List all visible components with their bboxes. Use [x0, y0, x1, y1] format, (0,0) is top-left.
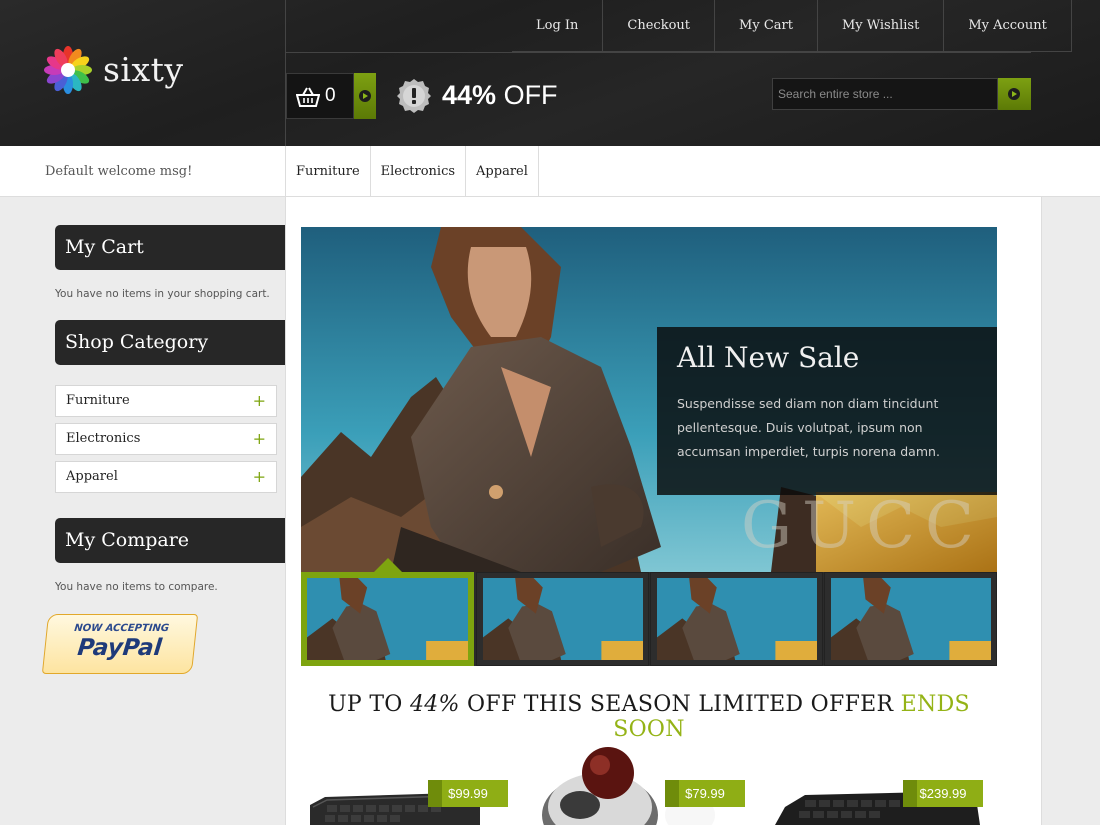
cart-count: 0 — [325, 85, 336, 106]
search-input[interactable] — [772, 78, 998, 110]
sidebar-category-electronics[interactable]: Electronics + — [55, 423, 277, 455]
thumbnail-image — [483, 578, 643, 660]
active-thumb-pointer — [373, 558, 403, 573]
category-menu: Furniture Electronics Apparel — [285, 146, 539, 196]
promo-headline: UP TO 44% OFF THIS SEASON LIMITED OFFER … — [301, 692, 997, 742]
my-cart-heading: My Cart — [55, 225, 286, 270]
brand-name[interactable]: sixty — [103, 50, 184, 89]
basket-icon — [296, 87, 320, 107]
flower-logo-icon[interactable] — [44, 46, 92, 94]
hero-watermark: GUCC — [741, 489, 984, 563]
login-link[interactable]: Log In — [512, 0, 602, 52]
thumbnail-image — [307, 578, 468, 660]
category-label: Apparel — [66, 469, 118, 484]
price-value: $239.99 — [919, 786, 967, 801]
search-button[interactable] — [998, 78, 1031, 110]
compare-empty-text: You have no items to compare. — [55, 581, 218, 593]
menu-item-furniture[interactable]: Furniture — [286, 146, 371, 196]
paypal-badge: NOW ACCEPTING PayPal — [41, 614, 199, 674]
hero-description: Suspendisse sed diam non diam tincidunt … — [677, 396, 940, 459]
offer-text: OFF — [503, 80, 558, 110]
welcome-message: Default welcome msg! — [45, 164, 193, 179]
play-arrow-icon — [1008, 88, 1020, 100]
checkout-link[interactable]: Checkout — [602, 0, 714, 52]
menu-item-apparel[interactable]: Apparel — [466, 146, 539, 196]
offer-banner: 44% OFF — [442, 80, 558, 111]
plus-icon[interactable]: + — [253, 386, 266, 416]
header-divider — [286, 52, 1031, 53]
slide-thumbnail[interactable] — [476, 572, 649, 666]
top-links: Log In Checkout My Cart My Wishlist My A… — [512, 0, 1072, 52]
slide-thumbnail[interactable] — [650, 572, 823, 666]
play-arrow-icon — [359, 90, 371, 102]
thumbnail-image — [657, 578, 817, 660]
cart-empty-text: You have no items in your shopping cart. — [55, 288, 270, 300]
cart-go-button[interactable] — [354, 73, 376, 119]
hero-caption: All New Sale Suspendisse sed diam non di… — [657, 327, 997, 495]
promo-percent: 44% — [409, 692, 460, 717]
category-label: Furniture — [66, 393, 130, 408]
my-wishlist-link[interactable]: My Wishlist — [816, 0, 943, 52]
promo-text-start: UP TO — [328, 692, 410, 717]
promo-text-middle: OFF THIS SEASON LIMITED OFFER — [459, 692, 901, 717]
shop-category-heading: Shop Category — [55, 320, 286, 365]
plus-icon[interactable]: + — [253, 424, 266, 454]
sidebar-category-apparel[interactable]: Apparel + — [55, 461, 277, 493]
my-cart-link[interactable]: My Cart — [714, 0, 817, 52]
paypal-accepting-text: NOW ACCEPTING — [73, 623, 170, 634]
thumbnail-image — [831, 578, 991, 660]
category-label: Electronics — [66, 431, 141, 446]
offer-percent: 44% — [442, 80, 497, 110]
main-nav-bar: Default welcome msg! Furniture Electroni… — [0, 146, 1100, 197]
slide-thumbnails — [301, 572, 997, 666]
price-tag: $79.99 — [665, 780, 745, 807]
menu-item-electronics[interactable]: Electronics — [371, 146, 467, 196]
price-value: $99.99 — [448, 786, 488, 801]
sidebar-category-furniture[interactable]: Furniture + — [55, 385, 277, 417]
plus-icon[interactable]: + — [253, 462, 266, 492]
slide-thumbnail[interactable] — [824, 572, 997, 666]
price-tag: $99.99 — [428, 780, 508, 807]
slide-thumbnail[interactable] — [301, 572, 474, 666]
my-compare-heading: My Compare — [55, 518, 286, 563]
price-tag: $239.99 — [903, 780, 983, 807]
paypal-logo: PayPal — [76, 635, 163, 661]
hero-title: All New Sale — [677, 341, 860, 374]
logo-area: sixty — [0, 0, 286, 146]
price-value: $79.99 — [685, 786, 725, 801]
exclamation-badge-icon — [397, 79, 431, 113]
my-account-link[interactable]: My Account — [943, 0, 1072, 52]
mini-cart[interactable]: 0 — [286, 73, 354, 119]
